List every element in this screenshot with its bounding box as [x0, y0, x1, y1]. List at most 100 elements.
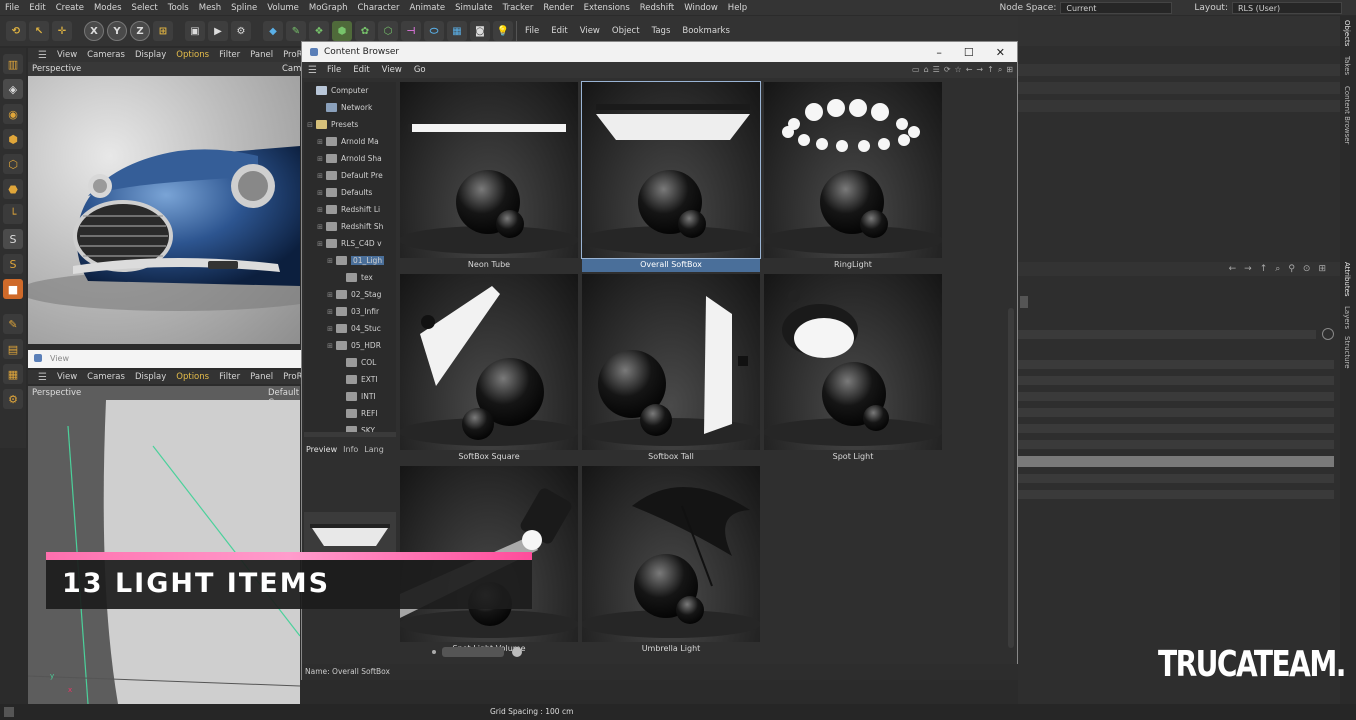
subdivision-icon[interactable]: ❖ [309, 21, 329, 41]
deformer-icon[interactable]: ⬡ [378, 21, 398, 41]
menu-item-redshift[interactable]: Redshift [635, 3, 680, 13]
expand-icon[interactable]: ⊞ [316, 189, 324, 197]
preview-tab-info[interactable]: Info [343, 445, 358, 454]
slider-track[interactable] [442, 647, 504, 657]
y-axis-button[interactable]: Y [107, 21, 127, 41]
expand-icon[interactable]: ⊞ [326, 308, 334, 316]
preset-item-neon[interactable]: Neon Tube [400, 82, 578, 272]
edges-mode-icon[interactable]: ⬡ [3, 154, 23, 174]
render-view-icon[interactable]: ▶ [208, 21, 228, 41]
menu-item-create[interactable]: Create [51, 3, 89, 13]
floor-icon[interactable]: ⬭ [424, 21, 444, 41]
move-icon[interactable]: ✛ [52, 21, 72, 41]
coordinate-system-icon[interactable]: ⊞ [153, 21, 173, 41]
cloner-icon[interactable]: ⬢ [332, 21, 352, 41]
tree-item[interactable]: ⊞ Arnold Sha [304, 150, 396, 167]
viewport-menu-view[interactable]: View [57, 50, 77, 60]
model-mode-icon[interactable]: ◈ [3, 79, 23, 99]
new-browser-icon[interactable]: ⊞ [1006, 65, 1013, 75]
star-icon[interactable]: ☆ [955, 65, 962, 75]
expand-icon[interactable]: ⊞ [316, 138, 324, 146]
attr-new-icon[interactable]: ⊞ [1318, 264, 1326, 274]
expand-icon[interactable]: ⊞ [316, 155, 324, 163]
viewport-menu-display[interactable]: Display [135, 50, 166, 60]
snap-icon[interactable]: S [3, 229, 23, 249]
minimize-icon[interactable]: – [936, 46, 942, 59]
expand-icon[interactable]: ⊟ [306, 121, 314, 129]
texture-mode-icon[interactable]: ◉ [3, 104, 23, 124]
attr-settings-icon[interactable]: ⊙ [1303, 264, 1311, 274]
preview-tab-lang[interactable]: Lang [364, 445, 384, 454]
expand-icon[interactable]: ⊞ [326, 257, 334, 265]
menu-item-extensions[interactable]: Extensions [579, 3, 635, 13]
menu-item-help[interactable]: Help [723, 3, 752, 13]
preset-item-ring[interactable]: RingLight [764, 82, 942, 272]
tree-item[interactable]: ⊞ Arnold Ma [304, 133, 396, 150]
tree-item[interactable]: Network [304, 99, 396, 116]
viewport-menu-panel[interactable]: Panel [250, 50, 273, 60]
view-list-icon[interactable]: ▭ [912, 65, 920, 75]
node-space-dropdown[interactable]: Current (Standard/Physical) [1060, 1, 1173, 24]
field-icon[interactable]: ⊣ [401, 21, 421, 41]
menu-item-mograph[interactable]: MoGraph [304, 3, 353, 13]
content-browser-menu-go[interactable]: Go [414, 65, 426, 75]
expand-icon[interactable]: ⊞ [316, 172, 324, 180]
thumbnail-size-slider[interactable] [432, 646, 522, 658]
snap-settings-icon[interactable]: S [3, 254, 23, 274]
preset-thumbnail[interactable] [764, 82, 942, 258]
tree-item[interactable]: ⊞ Default Pre [304, 167, 396, 184]
tree-item[interactable]: INTI [304, 388, 396, 405]
tree-item[interactable]: tex [304, 269, 396, 286]
side-tab-takes[interactable]: Takes [1343, 56, 1351, 75]
viewport-menu-view[interactable]: View [57, 372, 77, 382]
object-menu-view[interactable]: View [580, 26, 600, 36]
preset-item-spot[interactable]: Spot Light [764, 274, 942, 464]
tree-item[interactable]: ⊞ 01_Ligh [304, 252, 396, 269]
close-icon[interactable]: ✕ [996, 46, 1005, 59]
content-browser-menu-edit[interactable]: Edit [353, 65, 369, 75]
side-tab-content-browser[interactable]: Content Browser [1343, 86, 1351, 144]
make-editable-icon[interactable]: ▥ [3, 54, 23, 74]
attr-lock-icon[interactable]: ⚲ [1288, 264, 1295, 274]
menu-item-mesh[interactable]: Mesh [194, 3, 226, 13]
up-icon[interactable]: ↑ [987, 65, 994, 75]
preset-item-tall[interactable]: Softbox Tall [582, 274, 760, 464]
layers-icon[interactable]: ▦ [3, 364, 23, 384]
content-browser-menu-file[interactable]: File [327, 65, 341, 75]
render-settings-icon[interactable]: ⚙ [231, 21, 251, 41]
viewport-menu-icon[interactable]: ☰ [38, 50, 47, 61]
menu-item-tools[interactable]: Tools [163, 3, 194, 13]
live-select-icon[interactable]: ↖ [29, 21, 49, 41]
refresh-icon[interactable]: ⟳ [944, 65, 951, 75]
attr-up-icon[interactable]: ↑ [1260, 264, 1268, 274]
paint-icon[interactable]: ✎ [3, 314, 23, 334]
menu-item-tracker[interactable]: Tracker [498, 3, 539, 13]
preset-thumbnail[interactable] [400, 274, 578, 450]
object-menu-tags[interactable]: Tags [652, 26, 671, 36]
viewport-menu-cameras[interactable]: Cameras [87, 50, 125, 60]
expand-icon[interactable]: ⊞ [326, 325, 334, 333]
viewport-top-render[interactable] [28, 76, 300, 344]
tree-item[interactable]: ⊟ Presets [304, 116, 396, 133]
attr-search-icon[interactable]: ⌕ [1275, 264, 1280, 274]
axis-mode-icon[interactable]: └ [3, 204, 23, 224]
cube-icon[interactable]: ◆ [263, 21, 283, 41]
preset-thumbnail[interactable] [582, 274, 760, 450]
expand-icon[interactable]: ⊞ [326, 291, 334, 299]
viewport-menu-filter[interactable]: Filter [219, 372, 240, 382]
tree-item[interactable]: ⊞ Redshift Sh [304, 218, 396, 235]
side-tab-layers[interactable]: Layers [1343, 306, 1351, 329]
back-icon[interactable]: ← [966, 65, 973, 75]
tree-item[interactable]: ⊞ 02_Stag [304, 286, 396, 303]
viewport-menu-display[interactable]: Display [135, 372, 166, 382]
side-tab-objects[interactable]: Objects [1343, 20, 1351, 46]
list-icon[interactable]: ☰ [933, 65, 940, 75]
tree-item[interactable]: EXTI [304, 371, 396, 388]
viewport-menu-options[interactable]: Options [176, 372, 209, 382]
expand-icon[interactable]: ⊞ [326, 342, 334, 350]
preset-thumbnail[interactable] [581, 81, 761, 259]
expand-icon[interactable]: ⊞ [316, 223, 324, 231]
attr-row-highlight[interactable] [1018, 456, 1334, 467]
preview-tab-preview[interactable]: Preview [306, 445, 337, 454]
render-region-icon[interactable]: ▣ [185, 21, 205, 41]
